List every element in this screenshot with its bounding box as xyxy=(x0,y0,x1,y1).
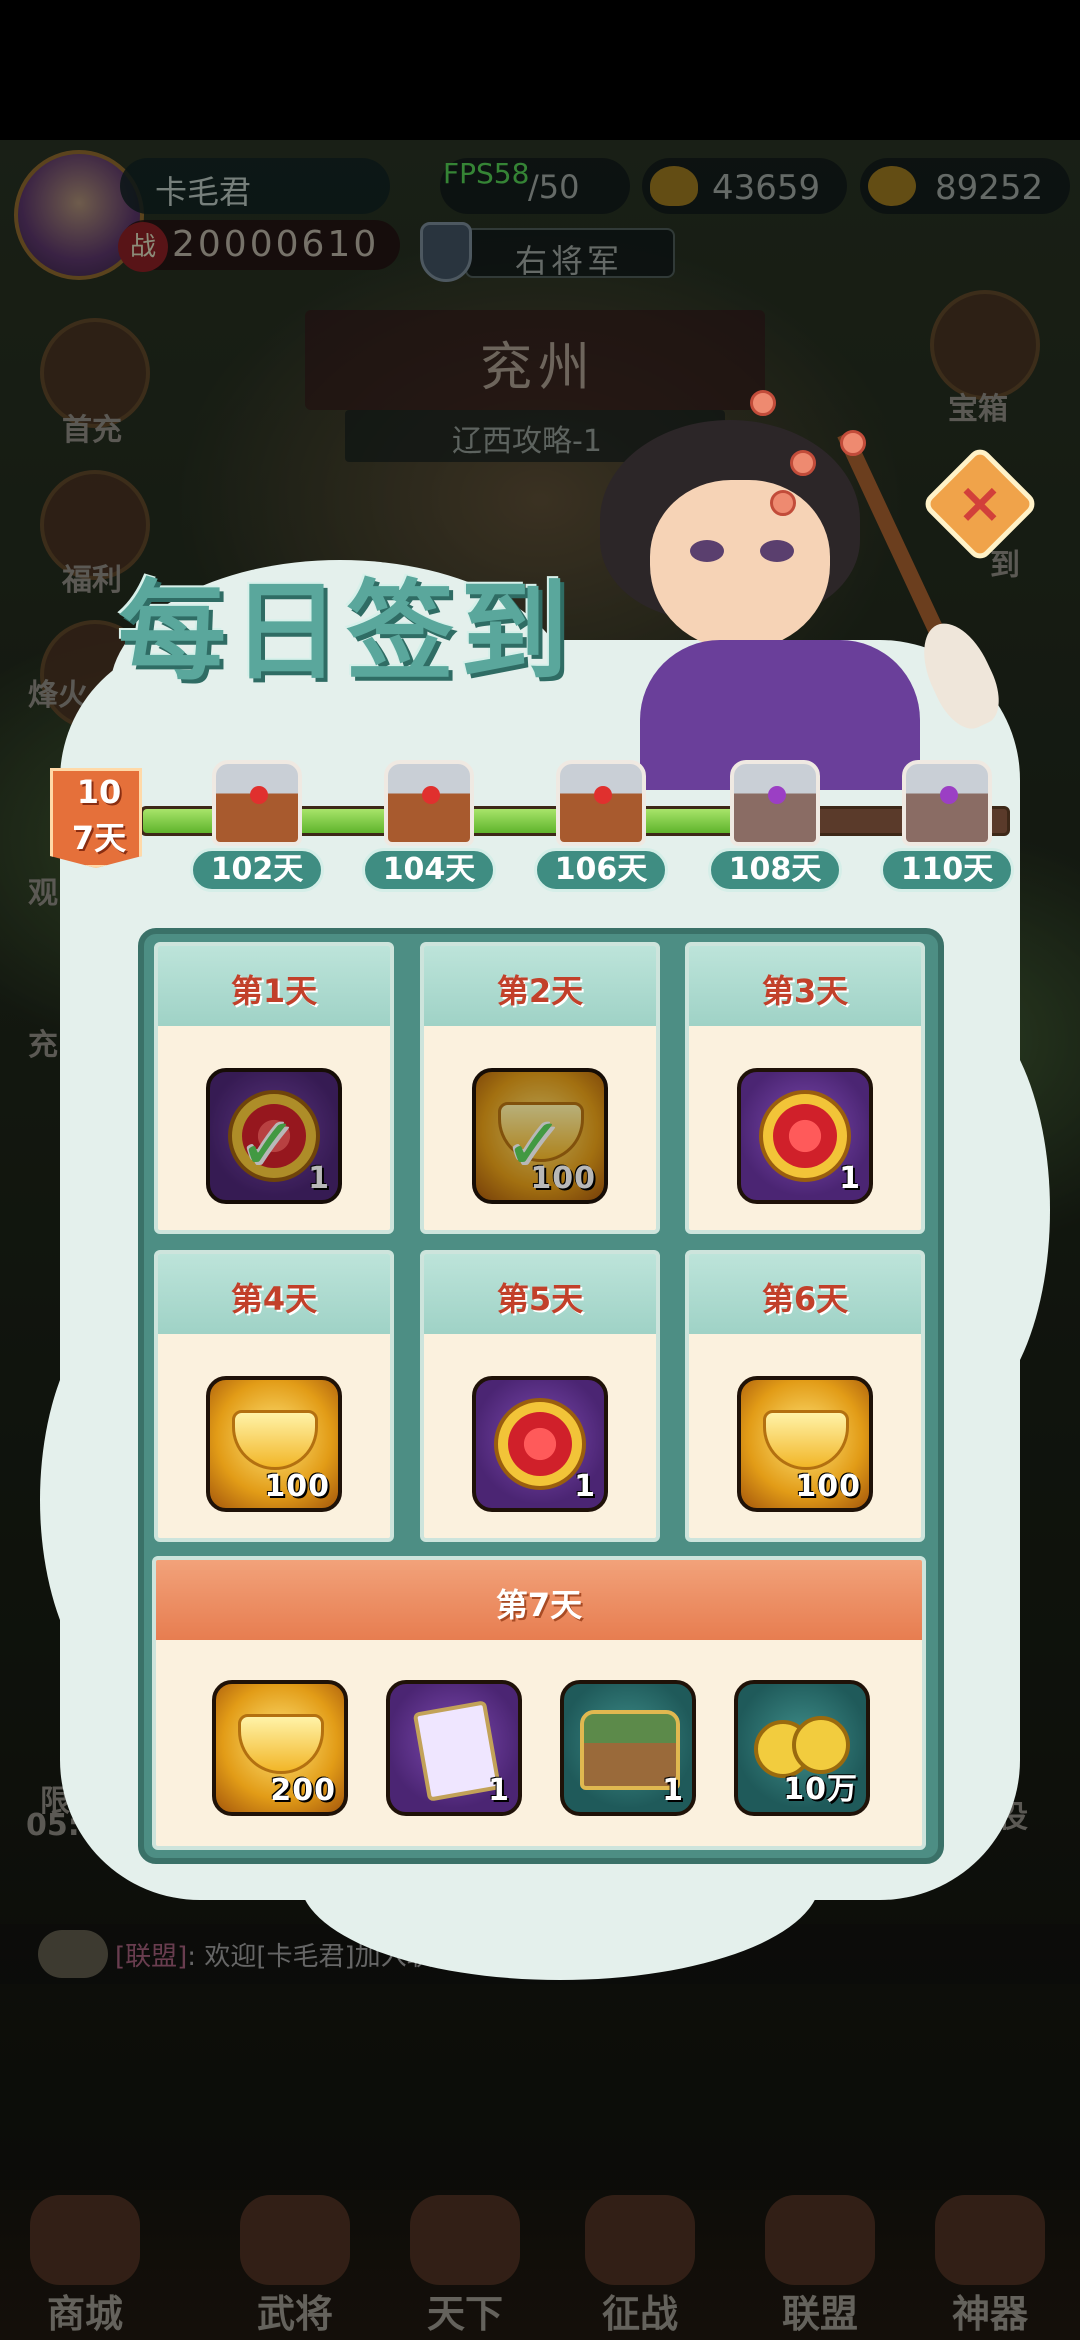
milestone-chest-108[interactable]: 108天 xyxy=(708,760,842,892)
day-card-2[interactable]: 第2天 ✓ 100 xyxy=(420,942,660,1234)
day-card-3[interactable]: 第3天 1 xyxy=(685,942,925,1234)
day-card-5[interactable]: 第5天 1 xyxy=(420,1250,660,1542)
signed-days-bottom: 7天 xyxy=(71,819,127,857)
reward-item: 200 xyxy=(212,1680,348,1816)
reward-qty: 1 xyxy=(839,1161,861,1196)
milestone-label: 108天 xyxy=(708,848,842,892)
chest-icon xyxy=(730,760,820,846)
day-card-6[interactable]: 第6天 100 xyxy=(685,1250,925,1542)
blossom-icon xyxy=(840,430,866,456)
day-label: 第4天 xyxy=(230,1280,318,1318)
reward-qty: 200 xyxy=(270,1773,336,1808)
reward-item: ✓ 100 xyxy=(472,1068,608,1204)
daily-signin-title: 每日签到 xyxy=(118,569,575,695)
day-label: 第1天 xyxy=(230,972,318,1010)
signed-days-top: 10 xyxy=(76,773,122,811)
blossom-icon xyxy=(790,450,816,476)
reward-item: 1 xyxy=(472,1376,608,1512)
day-label: 第6天 xyxy=(761,1280,849,1318)
reward-qty: 10万 xyxy=(783,1772,858,1807)
reward-item: 1 xyxy=(386,1680,522,1816)
milestone-chest-106[interactable]: 106天 xyxy=(534,760,668,892)
day-label: 第7天 xyxy=(495,1586,583,1624)
check-icon: ✓ xyxy=(238,1102,299,1186)
reward-qty: 1 xyxy=(574,1469,596,1504)
chest-icon xyxy=(384,760,474,846)
gold-ingot-icon xyxy=(763,1410,849,1470)
reward-qty: 100 xyxy=(795,1469,861,1504)
milestone-chest-102[interactable]: 102天 xyxy=(190,760,324,892)
reward-item: 100 xyxy=(737,1376,873,1512)
gold-ingot-icon xyxy=(232,1410,318,1470)
heart-coin-icon xyxy=(759,1090,851,1182)
chest-icon xyxy=(556,760,646,846)
reward-qty: 100 xyxy=(530,1161,596,1196)
reward-qty: 100 xyxy=(264,1469,330,1504)
milestone-label: 106天 xyxy=(534,848,668,892)
milestone-label: 102天 xyxy=(190,848,324,892)
reward-item: 1 xyxy=(560,1680,696,1816)
close-icon: × xyxy=(956,471,1004,536)
blossom-icon xyxy=(770,490,796,516)
reward-qty: 1 xyxy=(308,1161,330,1196)
chest-icon xyxy=(902,760,992,846)
reward-qty: 1 xyxy=(662,1773,684,1808)
reward-item: ✓ 1 xyxy=(206,1068,342,1204)
reward-item: 100 xyxy=(206,1376,342,1512)
blossom-icon xyxy=(750,390,776,416)
milestone-label: 110天 xyxy=(880,848,1014,892)
day-label: 第2天 xyxy=(496,972,584,1010)
heart-coin-icon xyxy=(494,1398,586,1490)
milestone-chest-110[interactable]: 110天 xyxy=(880,760,1014,892)
day-label: 第5天 xyxy=(496,1280,584,1318)
gold-ingot-icon xyxy=(238,1714,324,1774)
milestone-chest-104[interactable]: 104天 xyxy=(362,760,496,892)
day-card-7[interactable]: 第7天 200 1 1 10万 xyxy=(152,1556,926,1850)
chest-icon xyxy=(212,760,302,846)
reward-item: 1 xyxy=(737,1068,873,1204)
day-card-4[interactable]: 第4天 100 xyxy=(154,1250,394,1542)
reward-item: 10万 xyxy=(734,1680,870,1816)
day-label: 第3天 xyxy=(761,972,849,1010)
signed-days-flag: 10 7天 xyxy=(50,768,142,868)
reward-qty: 1 xyxy=(488,1773,510,1808)
milestone-label: 104天 xyxy=(362,848,496,892)
day-card-1[interactable]: 第1天 ✓ 1 xyxy=(154,942,394,1234)
